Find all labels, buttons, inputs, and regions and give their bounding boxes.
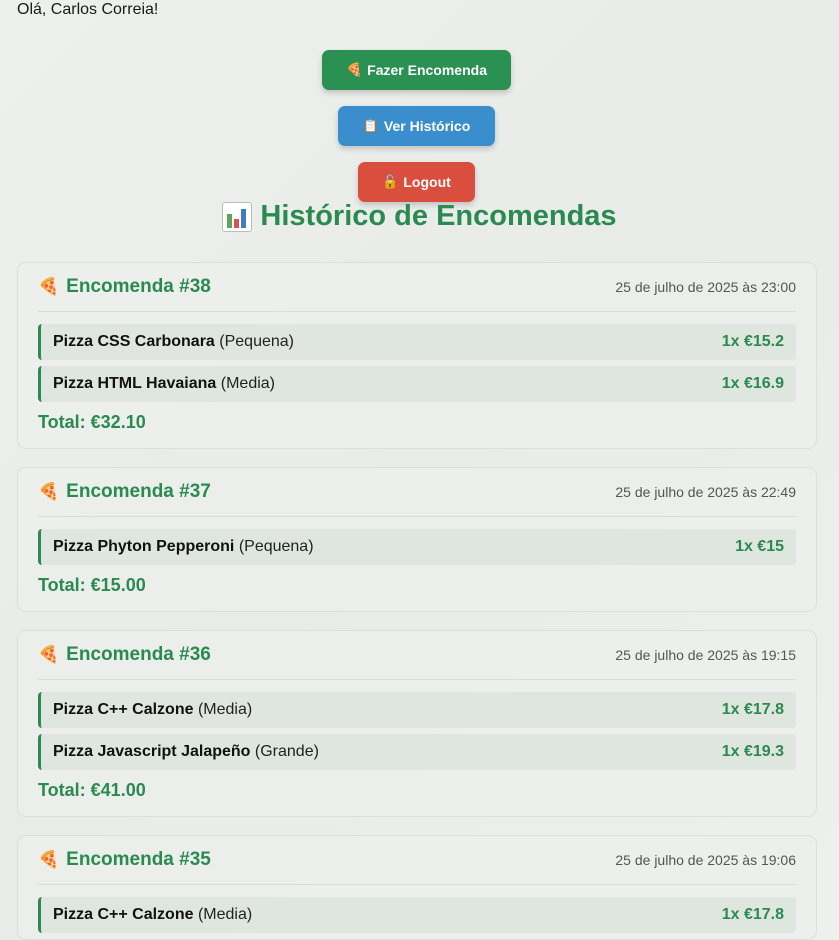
pizza-icon: 🍕 xyxy=(345,62,363,77)
item-name: Pizza HTML Havaiana xyxy=(53,375,217,392)
order-item-description: Pizza C++ Calzone (Media) xyxy=(53,906,252,924)
order-item-description: Pizza HTML Havaiana (Media) xyxy=(53,375,275,393)
item-size: (Pequena) xyxy=(238,538,314,555)
order-item-description: Pizza Phyton Pepperoni (Pequena) xyxy=(53,538,314,556)
pizza-icon: 🍕 xyxy=(38,645,60,664)
order-title: 🍕 Encomenda #35 xyxy=(38,849,211,871)
order-total: Total: €15.00 xyxy=(38,575,146,595)
history-button[interactable]: 📋 Ver Histórico xyxy=(338,106,495,146)
bar-chart-icon xyxy=(222,201,253,232)
order-item: Pizza C++ Calzone (Media) 1x €17.8 xyxy=(38,692,796,728)
order-total: Total: €32.10 xyxy=(38,412,146,432)
unlock-icon: 🔓 xyxy=(382,174,399,189)
page: Olá, Carlos Correia! 🍕 Fazer Encomenda 📋… xyxy=(0,0,839,940)
item-size: (Grande) xyxy=(254,743,319,760)
order-total: Total: €41.00 xyxy=(38,780,146,800)
section-title: Histórico de Encomendas xyxy=(0,200,839,233)
item-qty-price: 1x €17.8 xyxy=(721,701,784,718)
order-title-text: Encomenda #37 xyxy=(66,481,211,502)
order-title-text: Encomenda #36 xyxy=(66,644,211,665)
item-size: (Pequena) xyxy=(219,333,294,350)
order-title-text: Encomenda #35 xyxy=(66,849,211,870)
order-card: 🍕 Encomenda #37 25 de julho de 2025 às 22:… xyxy=(17,467,817,612)
logout-button[interactable]: 🔓 Logout xyxy=(358,162,475,202)
item-name: Pizza CSS Carbonara xyxy=(53,333,215,350)
item-qty-price: 1x €16.9 xyxy=(721,375,784,392)
clipboard-icon: 📋 xyxy=(362,118,379,133)
item-qty-price: 1x €15 xyxy=(735,538,784,555)
pizza-icon: 🍕 xyxy=(38,277,60,296)
history-button-label: Ver Histórico xyxy=(383,118,471,134)
order-item-description: Pizza C++ Calzone (Media) xyxy=(53,701,252,719)
order-card-header: 🍕 Encomenda #38 25 de julho de 2025 às 23:… xyxy=(38,263,796,312)
order-card: 🍕 Encomenda #35 25 de julho de 2025 às 19:… xyxy=(17,835,817,940)
order-date: 25 de julho de 2025 às 23:00 xyxy=(615,279,796,295)
order-card-header: 🍕 Encomenda #35 25 de julho de 2025 às 19:… xyxy=(38,836,796,885)
greeting-text: Olá, Carlos Correia! xyxy=(17,1,159,18)
order-card-header: 🍕 Encomenda #36 25 de julho de 2025 às 19:… xyxy=(38,631,796,680)
item-size: (Media) xyxy=(220,375,275,392)
order-date: 25 de julho de 2025 às 19:06 xyxy=(615,852,796,868)
order-button-label: Fazer Encomenda xyxy=(367,62,487,78)
item-size: (Media) xyxy=(197,906,253,923)
order-button[interactable]: 🍕 Fazer Encomenda xyxy=(322,50,511,90)
order-title-text: Encomenda #38 xyxy=(66,276,211,297)
item-qty-price: 1x €19.3 xyxy=(721,743,784,760)
order-item-description: Pizza CSS Carbonara (Pequena) xyxy=(53,333,294,351)
order-item: Pizza CSS Carbonara (Pequena) 1x €15.2 xyxy=(38,324,796,360)
item-name: Pizza Javascript Jalapeño xyxy=(53,743,251,760)
item-qty-price: 1x €15.2 xyxy=(721,333,784,350)
item-name: Pizza Phyton Pepperoni xyxy=(53,538,235,555)
pizza-icon: 🍕 xyxy=(38,850,60,869)
item-qty-price: 1x €17.8 xyxy=(721,906,784,923)
order-item: Pizza HTML Havaiana (Media) 1x €16.9 xyxy=(38,366,796,402)
item-name: Pizza C++ Calzone xyxy=(53,906,194,923)
logout-button-label: Logout xyxy=(403,174,451,190)
item-size: (Media) xyxy=(197,701,253,718)
order-card-header: 🍕 Encomenda #37 25 de julho de 2025 às 22:… xyxy=(38,468,796,517)
order-title: 🍕 Encomenda #38 xyxy=(38,276,211,298)
item-name: Pizza C++ Calzone xyxy=(53,701,194,718)
order-card: 🍕 Encomenda #36 25 de julho de 2025 às 19:… xyxy=(17,630,817,817)
order-title: 🍕 Encomenda #37 xyxy=(38,481,211,503)
order-item: Pizza C++ Calzone (Media) 1x €17.8 xyxy=(38,897,796,933)
order-title: 🍕 Encomenda #36 xyxy=(38,644,211,666)
order-item-description: Pizza Javascript Jalapeño (Grande) xyxy=(53,743,319,761)
order-date: 25 de julho de 2025 às 22:49 xyxy=(615,484,796,500)
order-date: 25 de julho de 2025 às 19:15 xyxy=(615,647,796,663)
order-item: Pizza Phyton Pepperoni (Pequena) 1x €15 xyxy=(38,529,796,565)
order-card: 🍕 Encomenda #38 25 de julho de 2025 às 23:… xyxy=(17,262,817,449)
order-item: Pizza Javascript Jalapeño (Grande) 1x €19… xyxy=(38,734,796,770)
section-title-text: Histórico de Encomendas xyxy=(260,200,617,232)
pizza-icon: 🍕 xyxy=(38,482,60,501)
